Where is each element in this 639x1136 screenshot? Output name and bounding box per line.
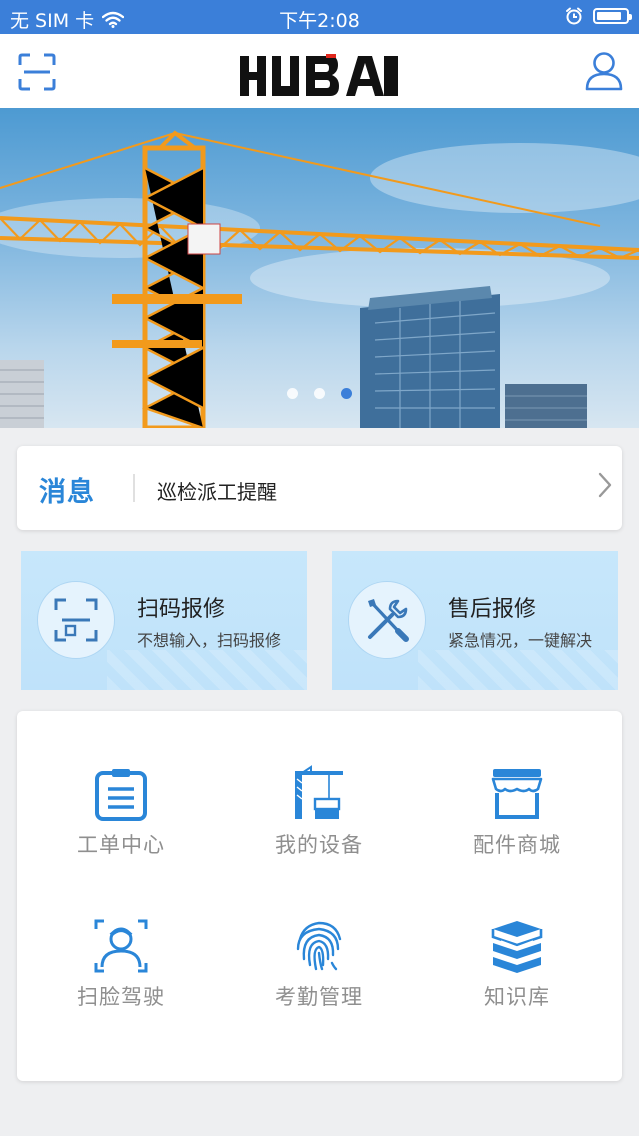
chevron-right-icon — [598, 472, 612, 498]
fingerprint-icon — [296, 921, 342, 971]
wrench-screwdriver-icon — [368, 599, 409, 642]
grid-label: 考勤管理 — [275, 985, 363, 1009]
huba-logo — [240, 54, 398, 96]
grid-label: 配件商城 — [473, 833, 561, 857]
grid-label: 工单中心 — [77, 833, 165, 857]
scan-icon-circle — [37, 581, 115, 659]
grid-item-face-driving[interactable]: 扫脸驾驶 — [41, 909, 201, 1011]
quick-subtitle: 紧急情况，一键解决 — [448, 631, 593, 650]
grid-item-my-devices[interactable]: 我的设备 — [239, 757, 399, 859]
face-scan-icon — [94, 919, 148, 973]
card-decoration — [418, 650, 618, 690]
scan-icon — [54, 598, 98, 642]
quick-title: 售后报修 — [448, 597, 537, 622]
grid-label: 知识库 — [484, 985, 550, 1009]
carousel-dots — [0, 388, 639, 399]
banner-image — [0, 130, 639, 428]
message-tag: 消息 — [39, 477, 95, 508]
grid-item-work-orders[interactable]: 工单中心 — [41, 757, 201, 859]
grid-label: 我的设备 — [275, 833, 363, 857]
message-card[interactable]: 消息 巡检派工提醒 — [17, 446, 622, 530]
status-time: 下午2:08 — [279, 10, 360, 32]
tools-icon-circle — [348, 581, 426, 659]
card-decoration — [107, 650, 307, 690]
clipboard-icon — [95, 769, 147, 821]
carousel-dot-active[interactable] — [341, 388, 352, 399]
banner-carousel[interactable] — [0, 108, 639, 428]
carousel-dot[interactable] — [287, 388, 298, 399]
quick-subtitle: 不想输入，扫码报修 — [137, 631, 282, 650]
scan-frame-icon[interactable] — [18, 53, 56, 91]
battery-icon — [593, 8, 632, 24]
divider — [133, 474, 135, 502]
nav-bar — [0, 34, 639, 108]
grid-item-attendance[interactable]: 考勤管理 — [239, 909, 399, 1011]
user-icon[interactable] — [585, 51, 623, 91]
grid-item-parts-store[interactable]: 配件商城 — [437, 757, 597, 859]
feature-grid: 工单中心 我的设备 配件商城 扫脸驾驶 考勤管理 知识库 — [17, 711, 622, 1081]
carousel-dot[interactable] — [314, 388, 325, 399]
status-right — [565, 7, 632, 25]
grid-item-knowledge-base[interactable]: 知识库 — [437, 909, 597, 1011]
alarm-icon — [566, 7, 582, 25]
quick-title: 扫码报修 — [137, 597, 226, 622]
grid-label: 扫脸驾驶 — [77, 985, 165, 1009]
books-icon — [491, 921, 543, 973]
after-sales-repair-card[interactable]: 售后报修 紧急情况，一键解决 — [332, 551, 618, 690]
message-text: 巡检派工提醒 — [157, 480, 277, 504]
status-bar: 无 SIM 卡 下午2:08 — [0, 0, 639, 34]
tower-crane-icon — [295, 765, 343, 819]
store-icon — [491, 769, 543, 819]
scan-repair-card[interactable]: 扫码报修 不想输入，扫码报修 — [21, 551, 307, 690]
